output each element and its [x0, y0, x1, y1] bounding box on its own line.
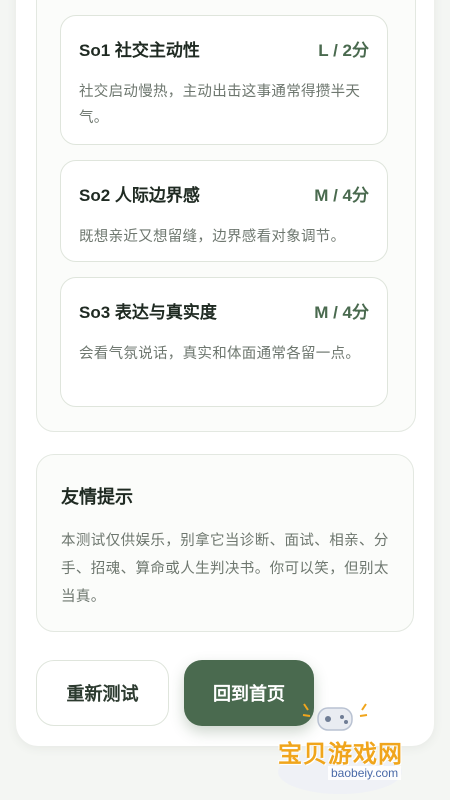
watermark-url: baobeiy.com [328, 766, 402, 780]
dimension-description: 既想亲近又想留缝，边界感看对象调节。 [79, 229, 346, 245]
retest-button[interactable]: 重新测试 [36, 660, 169, 726]
site-watermark: 宝贝游戏网 baobeiy.com [270, 700, 450, 800]
tip-title: 友情提示 [61, 487, 133, 507]
dimension-card: So2 人际边界感 M / 4分 既想亲近又想留缝，边界感看对象调节。 [60, 160, 388, 262]
dimension-title: So1 社交主动性 [79, 41, 200, 60]
dimension-description: 社交启动慢热，主动出击这事通常得攒半天气。 [79, 84, 361, 126]
dimension-card: So1 社交主动性 L / 2分 社交启动慢热，主动出击这事通常得攒半天气。 [60, 15, 388, 145]
friendly-tip-card: 友情提示 本测试仅供娱乐，别拿它当诊断、面试、相亲、分手、招魂、算命或人生判决书… [36, 454, 414, 632]
dimension-description: 会看气氛说话，真实和体面通常各留一点。 [79, 346, 361, 362]
dimension-title: So3 表达与真实度 [79, 303, 217, 322]
dimension-score: M / 4分 [314, 303, 369, 322]
dimension-score: M / 4分 [314, 186, 369, 205]
tip-body: 本测试仅供娱乐，别拿它当诊断、面试、相亲、分手、招魂、算命或人生判决书。你可以笑… [61, 533, 389, 605]
dimension-card: So3 表达与真实度 M / 4分 会看气氛说话，真实和体面通常各留一点。 [60, 277, 388, 407]
watermark-text: 宝贝游戏网 [278, 741, 403, 768]
dimension-title: So2 人际边界感 [79, 186, 200, 205]
dimension-score: L / 2分 [318, 41, 369, 60]
